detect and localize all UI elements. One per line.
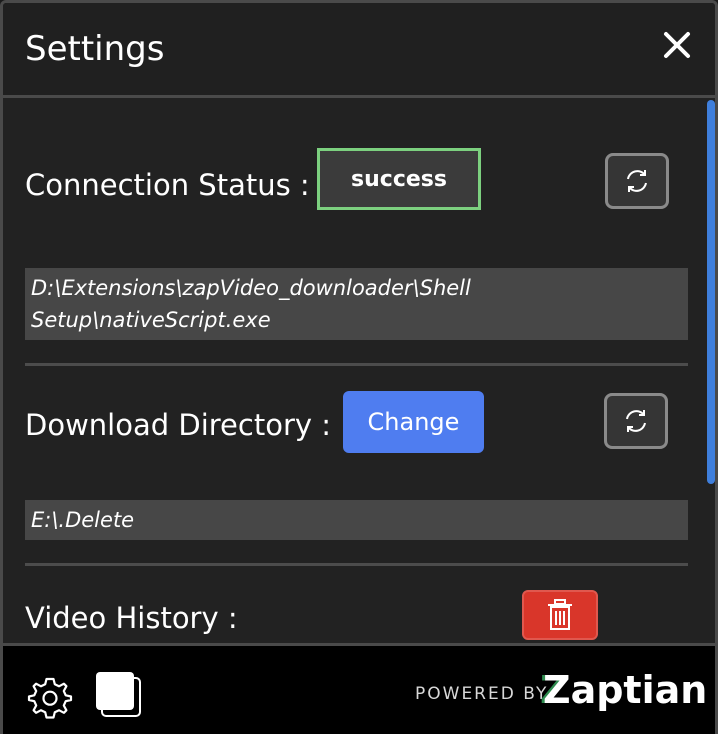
- close-button[interactable]: [659, 27, 695, 63]
- gear-icon: [27, 677, 73, 719]
- footer: POWERED BY Zaptian: [3, 643, 715, 734]
- change-directory-button[interactable]: Change: [343, 391, 484, 453]
- native-script-path-line1: D:\Extensions\zapVideo_downloader\Shell: [31, 276, 471, 300]
- status-text: success: [351, 166, 447, 192]
- divider: [25, 563, 688, 566]
- refresh-directory-button[interactable]: [604, 393, 668, 449]
- header: Settings: [3, 3, 715, 98]
- connection-status-label: Connection Status :: [25, 168, 310, 202]
- brand-logo-z: Z: [543, 668, 571, 712]
- copy-icon: [96, 672, 141, 717]
- refresh-connection-button[interactable]: [605, 153, 669, 209]
- page-title: Settings: [25, 29, 165, 69]
- brand-logo-rest: aptian: [570, 668, 708, 712]
- status-badge: success: [317, 148, 481, 210]
- native-script-path: D:\Extensions\zapVideo_downloader\Shell …: [25, 268, 688, 340]
- delete-history-button[interactable]: [522, 590, 598, 640]
- divider: [25, 363, 688, 366]
- trash-icon: [548, 599, 572, 630]
- copy-button[interactable]: [93, 668, 145, 720]
- refresh-icon: [627, 170, 647, 192]
- settings-content[interactable]: Connection Status : success D:\Extension…: [3, 98, 715, 643]
- scrollbar-thumb[interactable]: [707, 100, 715, 484]
- native-script-path-line2: Setup\nativeScript.exe: [31, 308, 271, 332]
- close-icon: [664, 32, 690, 58]
- settings-button[interactable]: [27, 674, 73, 720]
- brand-logo: Zaptian: [543, 668, 707, 712]
- download-directory-path-text: E:\.Delete: [31, 508, 135, 532]
- download-directory-path: E:\.Delete: [25, 500, 688, 540]
- download-directory-label: Download Directory :: [25, 408, 332, 442]
- powered-by-text: POWERED BY: [415, 684, 549, 704]
- change-button-label: Change: [367, 408, 460, 436]
- video-history-label: Video History :: [25, 601, 238, 635]
- refresh-icon: [626, 410, 646, 432]
- settings-panel: Settings Connection Status : success D:\…: [0, 0, 718, 734]
